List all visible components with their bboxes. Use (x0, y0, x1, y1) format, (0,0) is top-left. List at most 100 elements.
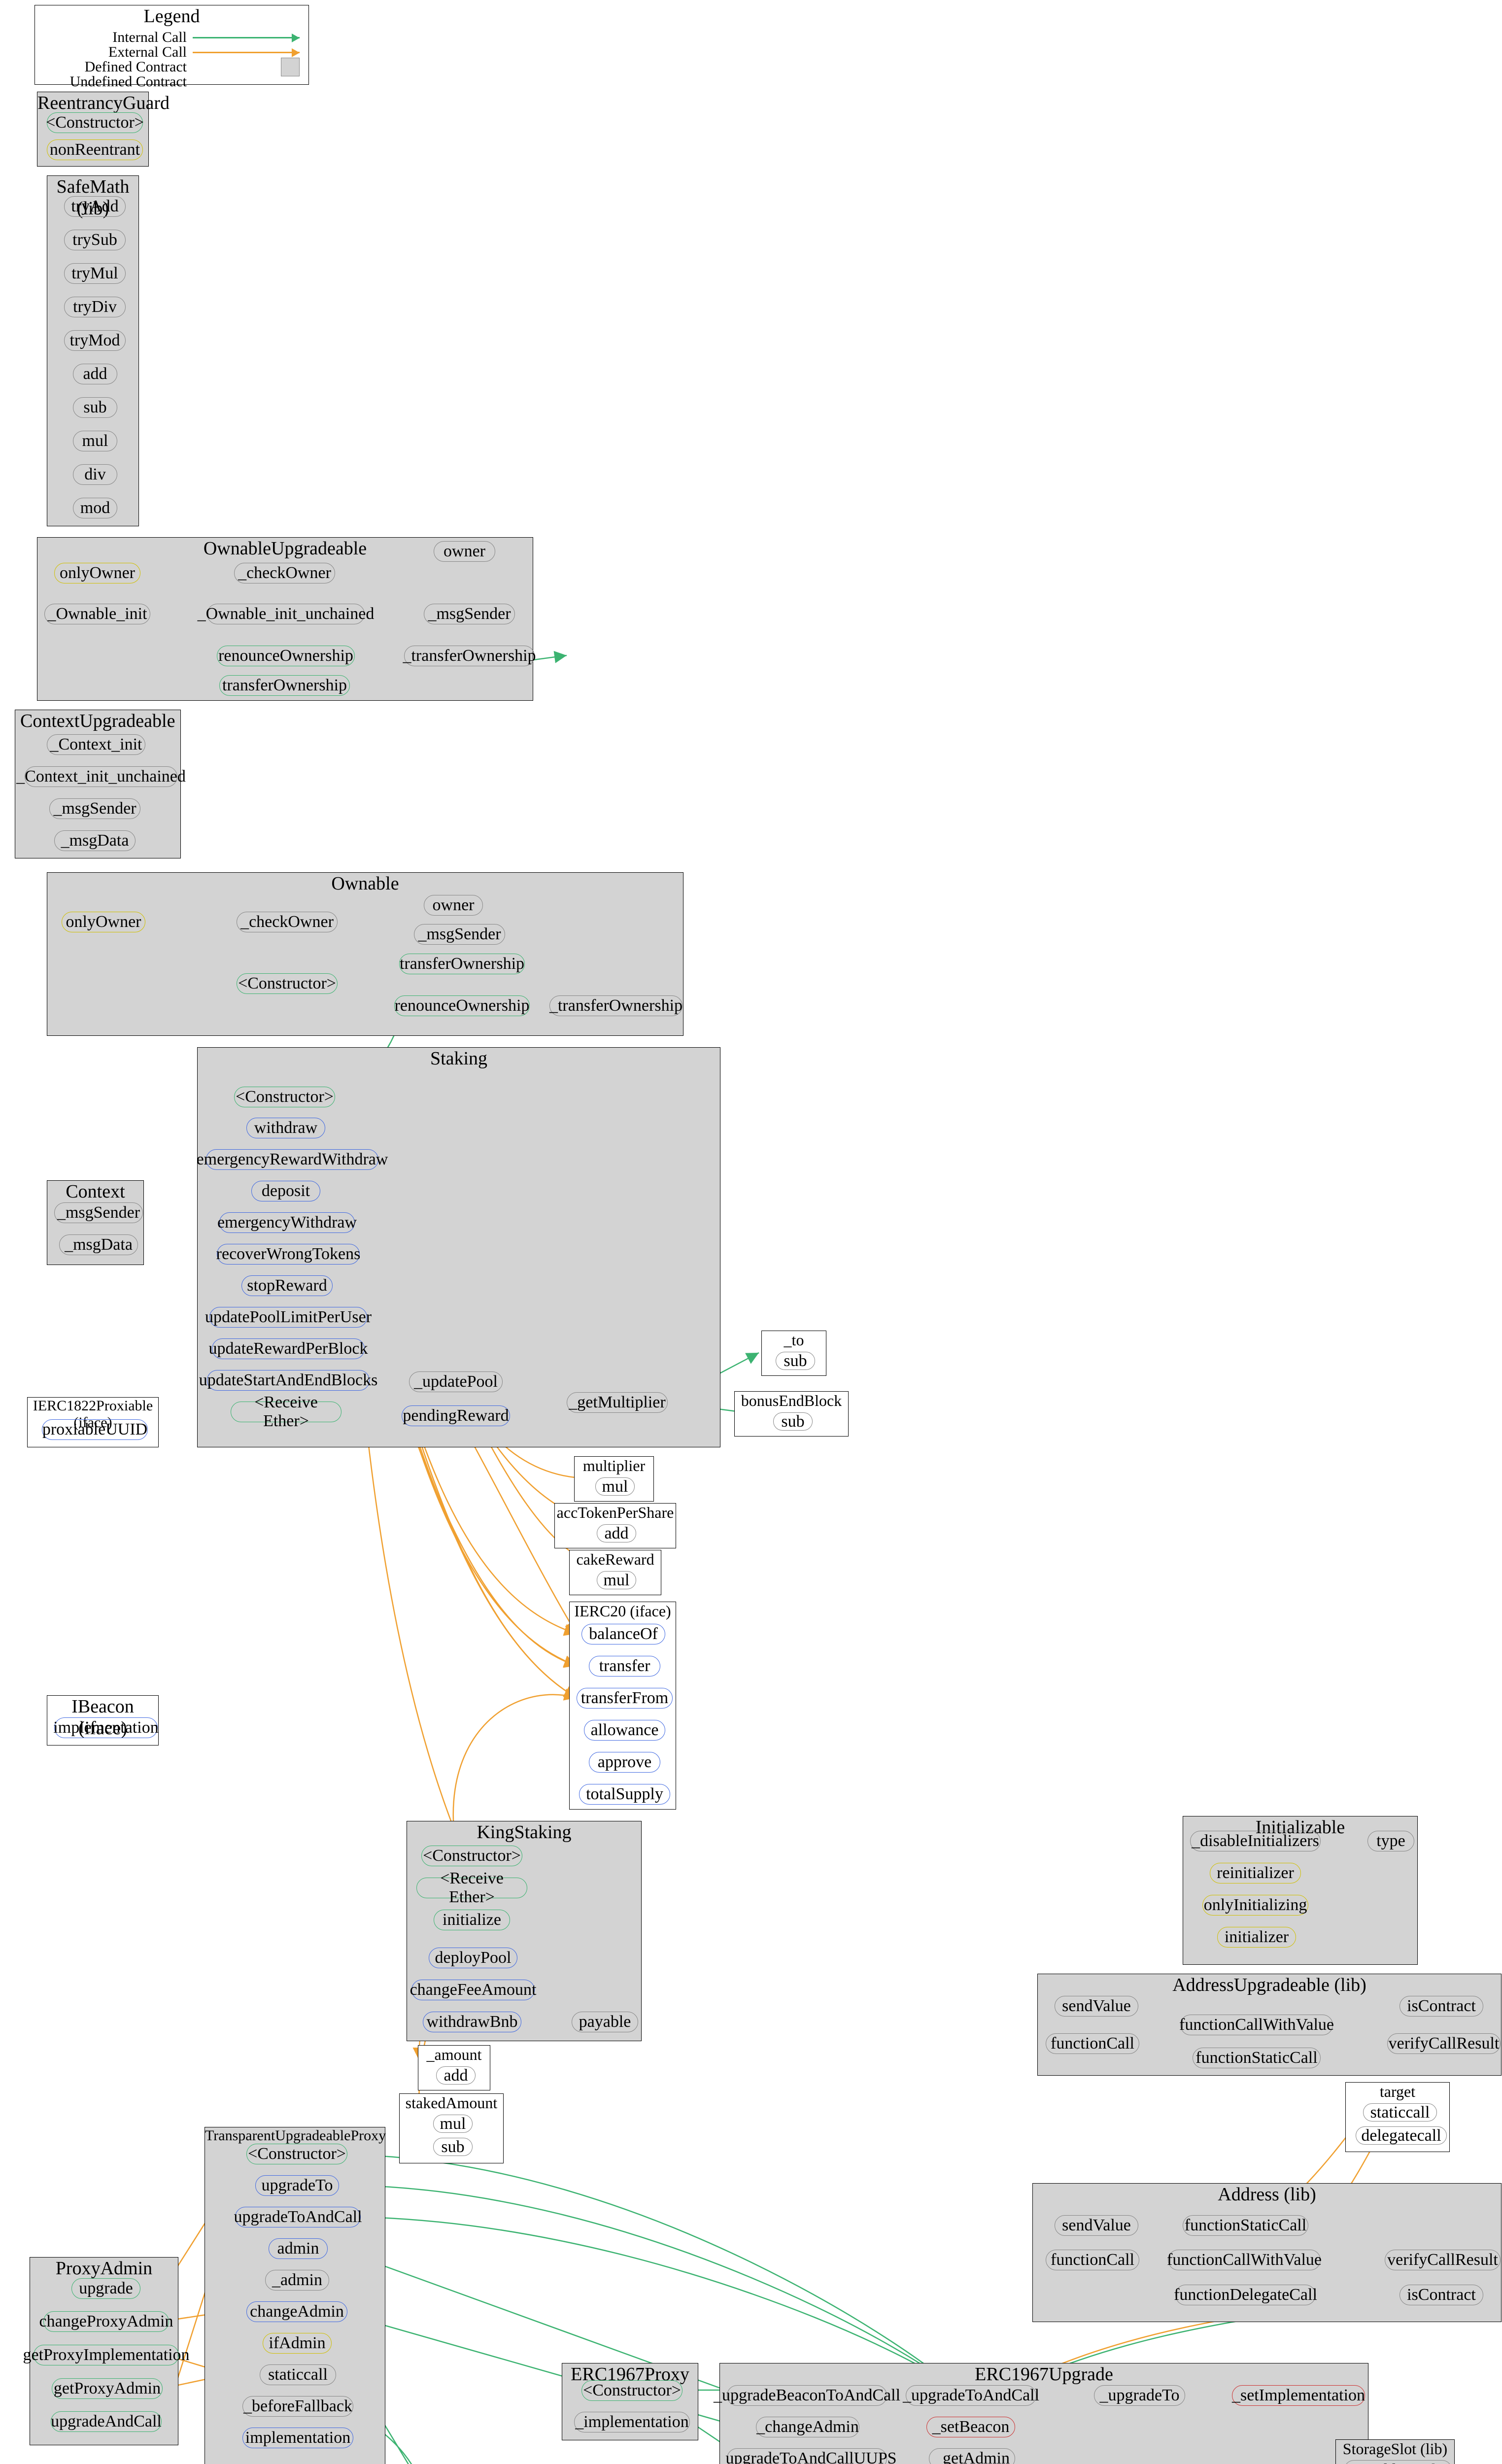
title: AddressUpgradeable (lib) (1038, 1974, 1501, 1996)
node-tup-ctor: <Constructor> (246, 2144, 347, 2164)
lbl: bonusEndBlock (735, 1392, 848, 1410)
lbl: cakeReward (570, 1550, 661, 1569)
title: ReentrancyGuard (37, 92, 148, 114)
title: ContextUpgradeable (15, 710, 180, 732)
node-st-getmultiplier: _getMultiplier (567, 1392, 668, 1413)
node-ad-fcvalue: functionCallWithValue (1168, 2250, 1321, 2270)
box-bonusend: bonusEndBlock sub (734, 1391, 849, 1437)
node-pa-getproxyadmin: getProxyAdmin (52, 2378, 163, 2399)
node-sm-div: div (73, 464, 117, 485)
node-ierc20-balance: balanceOf (581, 1624, 665, 1644)
node-au-sendvalue: sendValue (1055, 1996, 1138, 2017)
legend-external: External Call (44, 44, 193, 61)
node-ad-fsc: functionStaticCall (1183, 2215, 1308, 2236)
node-st-updatereward: updateRewardPerBlock (212, 1338, 365, 1359)
node-ierc20-approve: approve (589, 1752, 660, 1773)
node-eu-upgradeto: _upgradeTo (1094, 2385, 1185, 2406)
node-tup-upgradeandcall: upgradeToAndCall (235, 2207, 361, 2227)
node-ow-onlyowner: onlyOwner (62, 912, 145, 932)
node-ow-owner: owner (424, 895, 483, 916)
lbl: target (1346, 2083, 1449, 2101)
node-st-emergencyreward: emergencyRewardWithdraw (206, 1149, 378, 1170)
box-to: _to sub (761, 1331, 826, 1376)
title: Ownable (47, 873, 683, 894)
node-ou-transfer: transferOwnership (219, 675, 350, 696)
node-st-emergencywithdraw: emergencyWithdraw (219, 1212, 355, 1233)
title: Context (47, 1181, 143, 1202)
node-sm-add: add (73, 364, 117, 384)
node-e1967p-impl: _implementation (574, 2412, 690, 2432)
legend-undefined: Undefined Contract (44, 73, 193, 90)
box-target: target staticcall delegatecall (1345, 2082, 1450, 2152)
lbl: _amount (418, 2046, 490, 2064)
node-ierc20-allowance: allowance (584, 1720, 665, 1741)
legend-box: Legend Internal Call External Call Defin… (34, 5, 309, 85)
op: sub (776, 1352, 815, 1370)
op1: staticcall (1363, 2103, 1437, 2122)
node-ad-fcall: functionCall (1046, 2250, 1139, 2270)
box-stakedamount: stakedAmount mul sub (399, 2093, 504, 2163)
node-ou-msgsender: _msgSender (424, 604, 515, 624)
node-eu-getadmin: _getAdmin (929, 2448, 1015, 2464)
title: IERC20 (iface) (570, 1602, 676, 1620)
node-ad-iscontract: isContract (1400, 2285, 1483, 2305)
op1: mul (433, 2115, 473, 2133)
node-st-receive: <Receive Ether> (231, 1402, 341, 1422)
node-ss-getaddr: getAddressSlot (1344, 2460, 1452, 2464)
node-ou-transferownership: _transferOwnership (404, 646, 535, 666)
op: sub (773, 1412, 813, 1431)
node-eu-changeadmin: _changeAdmin (756, 2417, 859, 2437)
node-ks-withdrawbnb: withdrawBnb (423, 2012, 521, 2032)
node-st-updatepoollimit: updatePoolLimitPerUser (209, 1307, 367, 1328)
lbl: multiplier (575, 1457, 653, 1475)
node-pa-getproxyimpl: getProxyImplementation (34, 2345, 179, 2365)
node-tup-implementation: implementation (242, 2428, 353, 2448)
node-ctx-msgdata: _msgData (59, 1234, 138, 1255)
title: Address (lib) (1033, 2184, 1501, 2205)
node-pa-upgrade: upgrade (71, 2278, 140, 2299)
legend-title: Legend (35, 5, 308, 27)
node-ierc1822-proxiable: proxiableUUID (42, 1419, 148, 1440)
op: add (597, 1524, 636, 1542)
node-ks-ctor: <Constructor> (421, 1846, 522, 1866)
node-ow-checkowner: _checkOwner (237, 912, 338, 932)
node-pa-changeadmin: changeProxyAdmin (43, 2311, 169, 2332)
box-cakereward: cakeReward mul (569, 1550, 661, 1595)
op2: sub (433, 2138, 473, 2156)
node-cu-msgsender: _msgSender (49, 798, 140, 819)
node-tup-staticcall: staticcall (260, 2364, 336, 2385)
node-eu-toandcall: _upgradeToAndCall (906, 2385, 1036, 2406)
op: mul (597, 1571, 636, 1589)
node-sm-tryadd: tryAdd (64, 196, 126, 217)
title: Staking (198, 1048, 720, 1069)
node-tup-_admin: _admin (265, 2270, 329, 2291)
node-sm-trysub: trySub (64, 230, 126, 250)
node-init-disable: _disableInitializers (1190, 1831, 1321, 1851)
node-rg-nonreentrant: nonReentrant (47, 139, 143, 160)
node-ou-renounce: renounceOwnership (217, 646, 355, 666)
op: add (436, 2066, 476, 2085)
node-tup-changeadmin: changeAdmin (246, 2301, 347, 2322)
node-ks-receive: <Receive Ether> (416, 1878, 527, 1898)
op: mul (595, 1477, 635, 1496)
node-pa-upgradeandcall: upgradeAndCall (51, 2411, 162, 2432)
node-ks-deploypool: deployPool (429, 1948, 517, 1968)
node-sm-sub: sub (73, 397, 117, 418)
title: TransparentUpgradeableProxy (205, 2127, 385, 2144)
node-init-reinit: reinitializer (1210, 1863, 1301, 1883)
node-init-type: type (1367, 1831, 1414, 1851)
node-ctx-msgsender: _msgSender (54, 1202, 143, 1223)
node-cu-init: _Context_init (47, 734, 145, 755)
node-au-iscontract: isContract (1400, 1996, 1483, 2017)
op2: delegatecall (1356, 2126, 1447, 2145)
node-sm-trydiv: tryDiv (64, 297, 126, 317)
node-ad-fdcall: functionDelegateCall (1175, 2285, 1316, 2305)
node-eu-setimpl: _setImplementation (1232, 2385, 1365, 2406)
node-ou-init-unchained: _Ownable_init_unchained (207, 604, 365, 624)
node-st-deposit: deposit (251, 1181, 320, 1201)
node-au-fcvalue: functionCallWithValue (1180, 2015, 1333, 2035)
node-st-updatepool: _updatePool (409, 1371, 503, 1392)
node-st-withdraw: withdraw (246, 1118, 325, 1138)
node-ou-onlyowner: onlyOwner (54, 563, 140, 583)
title: ERC1967Upgrade (720, 2363, 1368, 2385)
